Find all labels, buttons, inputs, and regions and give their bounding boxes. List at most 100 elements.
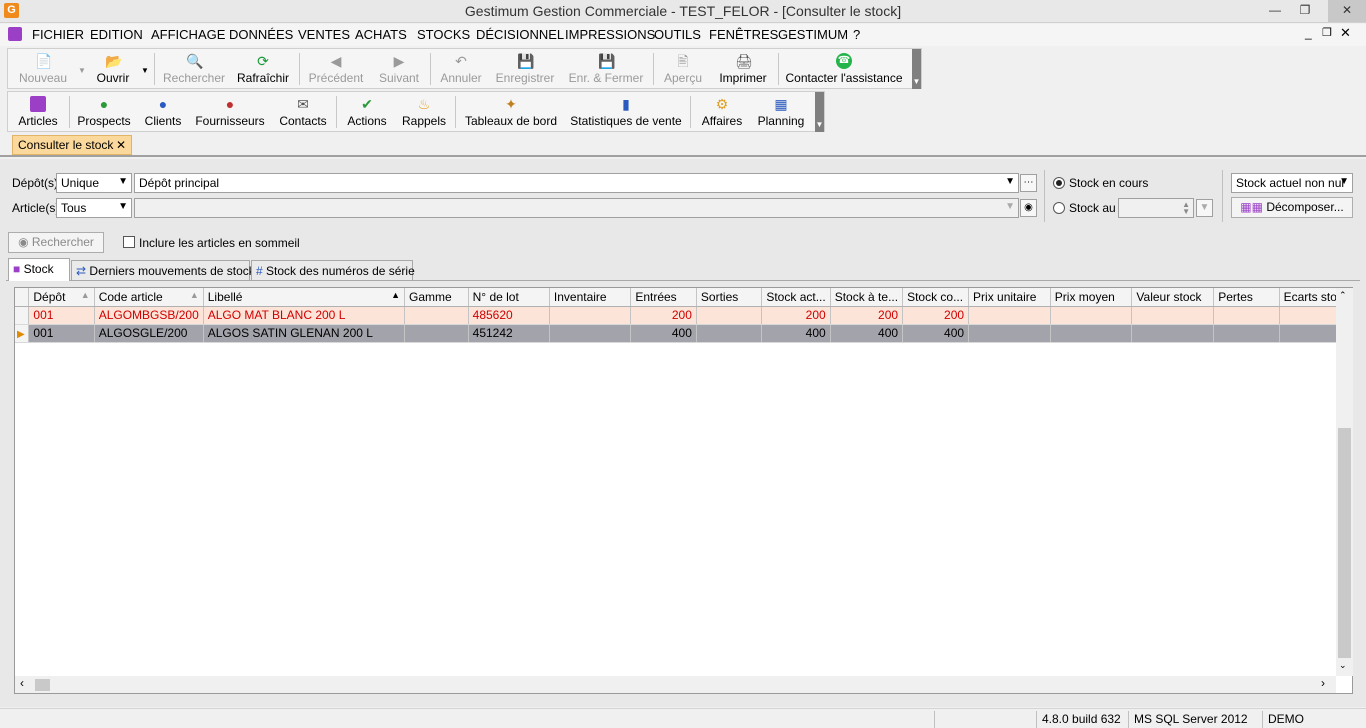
- stock-en-cours-radio[interactable]: [1053, 177, 1065, 189]
- cell-inventaire[interactable]: [549, 324, 632, 343]
- clients-button[interactable]: ● Clients: [139, 92, 187, 132]
- scroll-left-icon[interactable]: ‹: [20, 676, 24, 690]
- inclure-sommeil-checkbox[interactable]: [123, 236, 135, 248]
- app-menu-icon[interactable]: [8, 27, 22, 41]
- rechercher-button[interactable]: ◉ Rechercher: [8, 232, 104, 253]
- decomposer-button[interactable]: ▦▦ Décomposer...: [1231, 197, 1353, 218]
- cell-lot[interactable]: 451242: [468, 324, 550, 343]
- scroll-down-icon[interactable]: ⌄: [1339, 660, 1347, 671]
- document-tab-consulter-stock[interactable]: Consulter le stock ✕: [12, 135, 132, 155]
- rafraichir-button[interactable]: ⟳ Rafraîchir: [233, 49, 293, 89]
- cell-prix-unitaire[interactable]: [968, 306, 1051, 325]
- depot-ellipsis-button[interactable]: ⋯: [1020, 174, 1037, 192]
- menu-achats[interactable]: ACHATS: [355, 27, 407, 42]
- cell-sorties[interactable]: [696, 324, 763, 343]
- col-header-depot[interactable]: Dépôt ▲: [28, 288, 95, 307]
- col-header-lot[interactable]: N° de lot: [468, 288, 550, 307]
- stock-au-date-field[interactable]: ▲ ▼: [1118, 198, 1194, 218]
- menu-impressions[interactable]: IMPRESSIONS: [565, 27, 655, 42]
- close-tab-icon[interactable]: ✕: [116, 138, 126, 152]
- col-header-prix-moyen[interactable]: Prix moyen: [1050, 288, 1133, 307]
- cell-prix-moyen[interactable]: [1050, 324, 1133, 343]
- col-header-stock-a-terme[interactable]: Stock à te...: [830, 288, 904, 307]
- cell-valeur-stock[interactable]: [1131, 306, 1215, 325]
- cell-libelle[interactable]: ALGOS SATIN GLENAN 200 L: [203, 324, 405, 343]
- cell-code-article[interactable]: ALGOMBGSB/200: [94, 306, 204, 325]
- cell-prix-moyen[interactable]: [1050, 306, 1133, 325]
- vertical-scroll-thumb[interactable]: [1338, 428, 1351, 658]
- article-search-button[interactable]: ◉: [1020, 199, 1037, 217]
- cell-valeur-stock[interactable]: [1131, 324, 1215, 343]
- depot-value-select[interactable]: Dépôt principal ▼: [134, 173, 1019, 193]
- fournisseurs-button[interactable]: ● Fournisseurs: [194, 92, 266, 132]
- menu-fichier[interactable]: FICHIER: [32, 27, 84, 42]
- cell-depot[interactable]: 001: [28, 324, 95, 343]
- cell-depot[interactable]: 001: [28, 306, 95, 325]
- tab-numeros-serie[interactable]: # Stock des numéros de série: [251, 260, 415, 280]
- col-header-valeur-stock[interactable]: Valeur stock: [1131, 288, 1215, 307]
- cell-inventaire[interactable]: [549, 306, 632, 325]
- rappels-button[interactable]: ♨ Rappels: [398, 92, 450, 132]
- col-header-stock-actuel[interactable]: Stock act...: [761, 288, 831, 307]
- cell-stock-commande[interactable]: 400: [902, 324, 970, 343]
- nouveau-dropdown[interactable]: ▼: [74, 49, 86, 89]
- enregistrer-fermer-button[interactable]: 💾 Enr. & Fermer: [564, 49, 648, 89]
- table-row-selected[interactable]: ▶ 001 ALGOSGLE/200 ALGOS SATIN GLENAN 20…: [15, 324, 1353, 343]
- maximize-icon[interactable]: ❐: [1290, 0, 1320, 22]
- article-mode-select[interactable]: Tous ▼: [56, 198, 132, 218]
- ouvrir-button[interactable]: 📂 Ouvrir: [90, 49, 136, 89]
- tableaux-de-bord-button[interactable]: ✦ Tableaux de bord: [460, 92, 562, 132]
- col-header-inventaire[interactable]: Inventaire: [549, 288, 632, 307]
- stock-filter-select[interactable]: Stock actuel non nul ▼: [1231, 173, 1353, 193]
- col-header-pertes[interactable]: Pertes: [1213, 288, 1280, 307]
- nouveau-button[interactable]: 📄 Nouveau: [13, 49, 73, 89]
- col-header-prix-unitaire[interactable]: Prix unitaire: [968, 288, 1051, 307]
- col-header-gamme[interactable]: Gamme: [404, 288, 469, 307]
- menu-edition[interactable]: EDITION: [90, 27, 143, 42]
- ouvrir-dropdown[interactable]: ▼: [137, 49, 149, 89]
- menu-donnees[interactable]: DONNÉES: [229, 27, 293, 42]
- depot-mode-select[interactable]: Unique ▼: [56, 173, 132, 193]
- scroll-right-icon[interactable]: ›: [1321, 676, 1325, 690]
- menu-fenetres[interactable]: FENÊTRES: [709, 27, 778, 42]
- stock-au-radio[interactable]: [1053, 202, 1065, 214]
- apercu-button[interactable]: 🖹 Aperçu: [658, 49, 708, 89]
- articles-button[interactable]: Articles: [13, 92, 63, 132]
- cell-code-article[interactable]: ALGOSGLE/200: [94, 324, 204, 343]
- imprimer-button[interactable]: 🖨 Imprimer: [712, 49, 774, 89]
- cell-pertes[interactable]: [1213, 324, 1280, 343]
- cell-entrees[interactable]: 200: [630, 306, 697, 325]
- cell-libelle[interactable]: ALGO MAT BLANC 200 L: [203, 306, 405, 325]
- rechercher-toolbar-button[interactable]: 🔍 Rechercher: [159, 49, 229, 89]
- close-icon[interactable]: ✕: [1328, 0, 1366, 22]
- cell-stock-actuel[interactable]: 200: [761, 306, 831, 325]
- menu-help[interactable]: ?: [853, 27, 860, 42]
- cell-stock-actuel[interactable]: 400: [761, 324, 831, 343]
- menu-gestimum[interactable]: GESTIMUM: [778, 27, 848, 42]
- cell-stock-a-terme[interactable]: 200: [830, 306, 904, 325]
- mdi-minimize-icon[interactable]: _: [1305, 26, 1312, 40]
- cell-entrees[interactable]: 400: [630, 324, 697, 343]
- cell-gamme[interactable]: [404, 324, 469, 343]
- cell-sorties[interactable]: [696, 306, 763, 325]
- menu-stocks[interactable]: STOCKS: [417, 27, 470, 42]
- col-header-entrees[interactable]: Entrées: [630, 288, 697, 307]
- menu-ventes[interactable]: VENTES: [298, 27, 350, 42]
- minimize-icon[interactable]: —: [1260, 0, 1290, 22]
- toolbar-overflow-icon[interactable]: ▼: [912, 49, 921, 89]
- cell-stock-commande[interactable]: 200: [902, 306, 970, 325]
- tab-stock[interactable]: ■ Stock: [8, 258, 70, 281]
- contacts-button[interactable]: ✉ Contacts: [274, 92, 332, 132]
- annuler-button[interactable]: ↶ Annuler: [435, 49, 487, 89]
- contacter-assistance-button[interactable]: ☎ Contacter l'assistance: [783, 49, 905, 89]
- actions-button[interactable]: ✔ Actions: [341, 92, 393, 132]
- prospects-button[interactable]: ● Prospects: [74, 92, 134, 132]
- menu-outils[interactable]: OUTILS: [654, 27, 701, 42]
- menu-decisionnel[interactable]: DÉCISIONNEL: [476, 27, 564, 42]
- toolbar-overflow-icon[interactable]: ▼: [815, 92, 824, 132]
- precedent-button[interactable]: ◀ Précédent: [304, 49, 368, 89]
- table-row[interactable]: 001 ALGOMBGSB/200 ALGO MAT BLANC 200 L 4…: [15, 306, 1353, 325]
- tab-derniers-mouvements[interactable]: ⇄ Derniers mouvements de stock: [71, 260, 255, 280]
- planning-button[interactable]: ▦ Planning: [753, 92, 809, 132]
- horizontal-scrollbar[interactable]: ‹ ›: [15, 676, 1336, 693]
